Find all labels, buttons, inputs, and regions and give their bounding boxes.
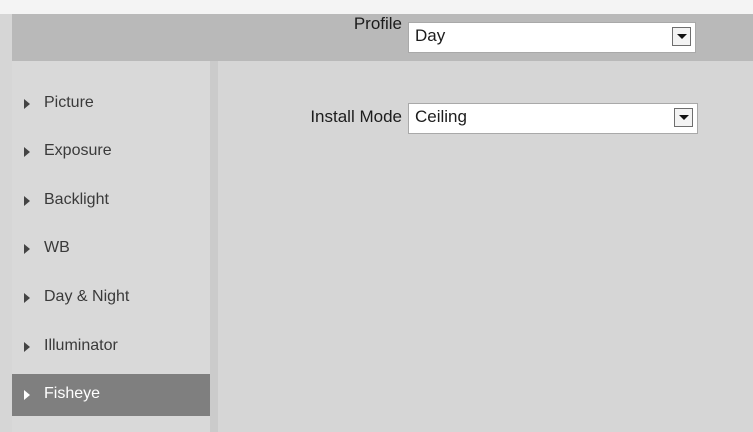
triangle-right-icon	[24, 390, 30, 400]
sidebar-item-label: Picture	[44, 94, 94, 111]
triangle-right-icon	[24, 244, 30, 254]
sidebar-item-label: Illuminator	[44, 337, 118, 354]
install-mode-select-value: Ceiling	[415, 107, 467, 126]
sidebar-item-fisheye[interactable]: Fisheye	[12, 374, 210, 416]
sidebar-item-label: Backlight	[44, 191, 109, 208]
triangle-right-icon	[24, 99, 30, 109]
install-mode-select[interactable]: Ceiling	[408, 103, 698, 134]
sidebar-item-backlight[interactable]: Backlight	[12, 180, 210, 222]
sidebar-divider	[210, 61, 218, 432]
profile-select-value: Day	[415, 26, 446, 45]
triangle-right-icon	[24, 196, 30, 206]
sidebar-item-wb[interactable]: WB	[12, 228, 210, 270]
camera-settings-frame: Profile Day Picture Exposure Backlight W…	[0, 0, 753, 432]
triangle-right-icon	[24, 147, 30, 157]
install-mode-label: Install Mode	[310, 107, 402, 126]
chevron-down-icon[interactable]	[674, 108, 693, 127]
sidebar-item-day-night[interactable]: Day & Night	[12, 277, 210, 319]
triangle-right-icon	[24, 293, 30, 303]
triangle-right-icon	[24, 342, 30, 352]
sidebar-item-picture[interactable]: Picture	[12, 83, 210, 125]
top-margin	[0, 0, 753, 14]
sidebar-item-illuminator[interactable]: Illuminator	[12, 326, 210, 368]
sidebar-item-label: Fisheye	[44, 385, 101, 402]
sidebar-item-exposure[interactable]: Exposure	[12, 131, 210, 173]
sidebar-item-label: WB	[44, 239, 70, 256]
profile-select[interactable]: Day	[408, 22, 696, 53]
sidebar-item-label: Day & Night	[44, 288, 130, 305]
chevron-down-icon[interactable]	[672, 27, 691, 46]
profile-label: Profile	[353, 14, 402, 33]
sidebar-item-label: Exposure	[44, 142, 112, 159]
